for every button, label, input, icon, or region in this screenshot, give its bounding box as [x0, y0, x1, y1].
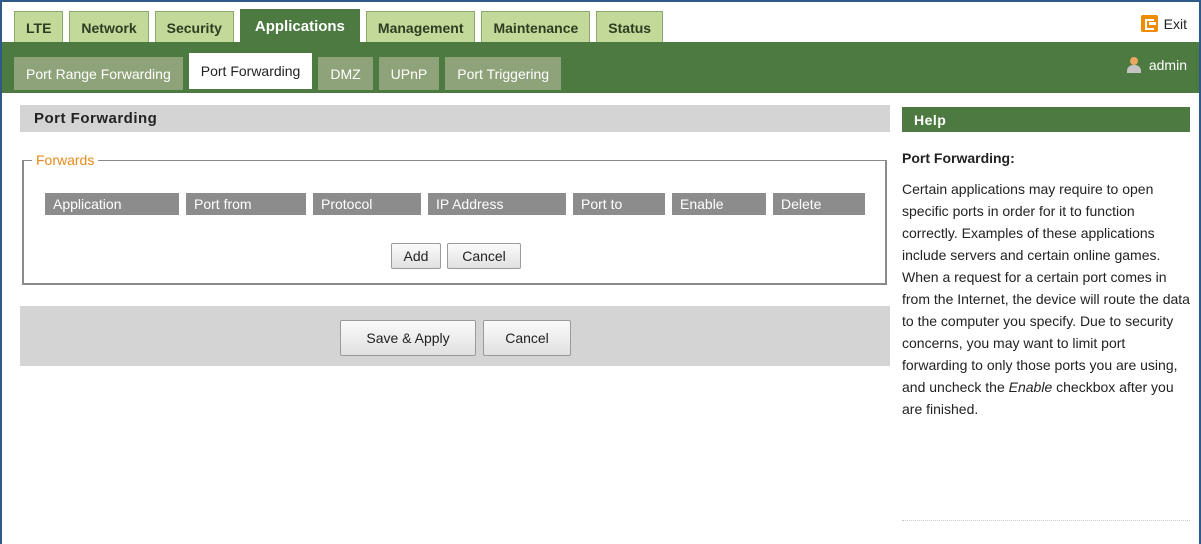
cancel-button[interactable]: Cancel [483, 320, 571, 356]
subtab-port-triggering[interactable]: Port Triggering [445, 57, 562, 90]
main-nav-bar: LTE Network Security Applications Manage… [2, 2, 1199, 45]
tab-applications[interactable]: Applications [239, 9, 360, 43]
forwards-cancel-button[interactable]: Cancel [447, 243, 521, 269]
exit-icon [1140, 15, 1158, 32]
column-header-application: Application [45, 193, 179, 215]
subtab-dmz[interactable]: DMZ [318, 57, 373, 90]
tab-security[interactable]: Security [154, 11, 234, 43]
tab-status[interactable]: Status [596, 11, 664, 43]
tab-management[interactable]: Management [365, 11, 476, 43]
help-header: Help [902, 107, 1190, 132]
help-text: Certain applications may require to open… [902, 181, 1190, 395]
user-name: admin [1148, 57, 1187, 73]
add-button[interactable]: Add [391, 243, 441, 269]
page-title: Port Forwarding [20, 105, 890, 132]
column-header-ip-address: IP Address [428, 193, 566, 215]
sub-nav-bar: Port Range Forwarding Port Forwarding DM… [2, 45, 1199, 93]
save-apply-button[interactable]: Save & Apply [340, 320, 476, 356]
subtab-upnp[interactable]: UPnP [378, 57, 440, 90]
subtab-port-range-forwarding[interactable]: Port Range Forwarding [14, 57, 183, 90]
tab-maintenance[interactable]: Maintenance [481, 11, 591, 43]
main-tabs: LTE Network Security Applications Manage… [14, 9, 669, 43]
exit-link[interactable]: Exit [1140, 15, 1187, 32]
help-body: Certain applications may require to open… [902, 178, 1192, 420]
column-header-protocol: Protocol [313, 193, 421, 215]
tab-network[interactable]: Network [69, 11, 149, 43]
subtab-port-forwarding[interactable]: Port Forwarding [188, 53, 313, 89]
column-header-delete: Delete [773, 193, 865, 215]
column-header-port-to: Port to [573, 193, 665, 215]
column-header-enable: Enable [672, 193, 766, 215]
tab-lte[interactable]: LTE [14, 11, 64, 43]
help-divider [902, 520, 1190, 521]
user-icon [1126, 57, 1141, 73]
forwards-legend: Forwards [36, 152, 95, 168]
sub-tabs: Port Range Forwarding Port Forwarding DM… [14, 53, 567, 90]
column-header-port-from: Port from [186, 193, 306, 215]
help-text-enable: Enable [1008, 379, 1053, 395]
user-indicator: admin [1126, 57, 1187, 73]
help-title: Port Forwarding: [902, 150, 1015, 166]
exit-label: Exit [1163, 15, 1187, 32]
